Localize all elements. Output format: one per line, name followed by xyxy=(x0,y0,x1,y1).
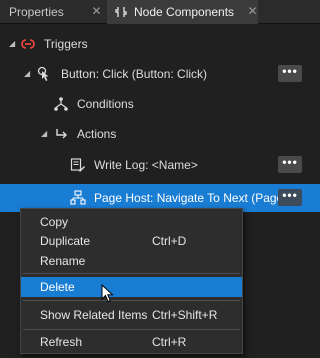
expand-arrow-icon[interactable]: ◢ xyxy=(41,130,49,138)
tree-row-conditions[interactable]: Conditions xyxy=(0,89,320,119)
menu-separator xyxy=(23,273,240,274)
menu-item-label: Duplicate xyxy=(40,234,91,248)
tree-row-actions[interactable]: ◢ Actions xyxy=(0,119,320,149)
tab-properties-label: Properties xyxy=(9,5,64,19)
conditions-icon xyxy=(53,96,69,112)
tab-node-components-close-icon[interactable]: ✕ xyxy=(247,5,258,17)
tree-row-button-click[interactable]: ◢ Button: Click (Button: Click) ••• xyxy=(0,59,320,89)
write-log-icon xyxy=(70,157,86,173)
menu-item-label: Show Related Items xyxy=(40,308,148,322)
mouse-pointer-icon xyxy=(101,283,115,304)
menu-item-label: Copy xyxy=(40,215,69,229)
more-options-button[interactable]: ••• xyxy=(278,65,302,82)
menu-item-delete[interactable]: Delete xyxy=(21,277,242,297)
menu-item-shortcut: Ctrl+R xyxy=(152,335,187,349)
tree-label-conditions: Conditions xyxy=(77,97,134,111)
page-host-icon xyxy=(70,190,86,206)
tree-label-button-click: Button: Click (Button: Click) xyxy=(61,67,208,81)
tree-row-write-log[interactable]: Write Log: <Name> ••• xyxy=(0,150,320,180)
expand-arrow-icon[interactable]: ◢ xyxy=(24,70,32,78)
actions-icon xyxy=(53,126,69,142)
more-options-button[interactable]: ••• xyxy=(278,156,302,173)
tab-node-components-label: Node Components xyxy=(134,5,235,19)
menu-item-copy[interactable]: Copy xyxy=(21,212,242,232)
menu-item-shortcut: Ctrl+D xyxy=(152,234,187,248)
tab-properties-close-icon[interactable]: ✕ xyxy=(91,5,102,17)
menu-item-show-related-items[interactable]: Show Related Items Ctrl+Shift+R xyxy=(21,305,242,325)
menu-item-label: Delete xyxy=(40,280,75,294)
tree-label-write-log: Write Log: <Name> xyxy=(94,158,198,172)
tab-node-components[interactable]: Node Components ✕ xyxy=(107,0,258,24)
menu-separator xyxy=(23,300,240,301)
menu-item-label: Refresh xyxy=(40,335,83,349)
trigger-icon xyxy=(20,36,36,52)
menu-item-shortcut: Ctrl+Shift+R xyxy=(152,308,218,322)
menu-item-label: Rename xyxy=(40,254,86,268)
node-components-icon xyxy=(115,6,127,18)
context-menu: Copy Duplicate Ctrl+D Rename Delete Show… xyxy=(20,208,243,354)
more-options-button[interactable]: ••• xyxy=(278,189,302,206)
expand-arrow-icon[interactable]: ◢ xyxy=(9,40,17,48)
tree-label-page-host: Page Host: Navigate To Next (Page xyxy=(94,191,284,205)
menu-separator xyxy=(23,329,240,330)
tree-label-actions: Actions xyxy=(77,127,117,141)
menu-item-duplicate[interactable]: Duplicate Ctrl+D xyxy=(21,231,242,251)
menu-item-rename[interactable]: Rename xyxy=(21,251,242,271)
tree-row-triggers[interactable]: ◢ Triggers xyxy=(0,29,320,59)
tree-label-triggers: Triggers xyxy=(44,37,88,51)
button-click-icon xyxy=(36,66,52,82)
tab-properties[interactable]: Properties ✕ xyxy=(0,0,106,24)
menu-item-refresh[interactable]: Refresh Ctrl+R xyxy=(21,332,242,352)
tab-bar: Properties ✕ Node Components ✕ xyxy=(0,0,320,24)
